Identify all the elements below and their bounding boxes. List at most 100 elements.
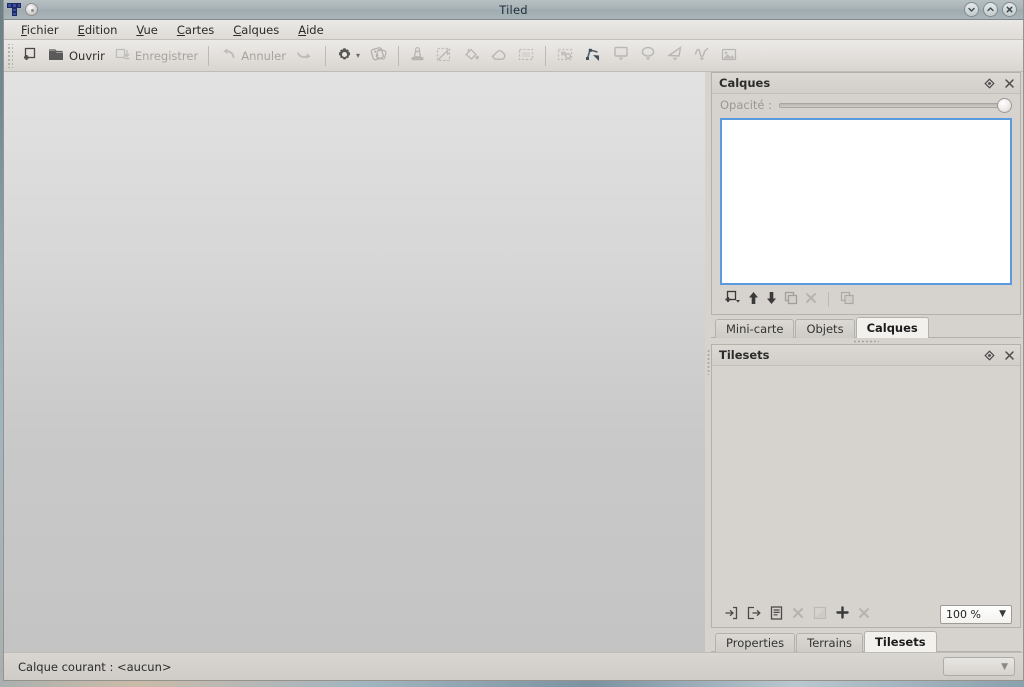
layer-list[interactable] [720,118,1012,285]
arrow-down-icon[interactable] [766,291,777,308]
maximize-button[interactable] [983,2,998,17]
open-button[interactable]: Ouvrir [43,43,109,68]
menu-edition-label: dition [85,23,118,37]
layers-stack-icon[interactable] [840,291,855,308]
toolbar-separator [208,46,209,66]
random-mode-button[interactable] [365,43,392,68]
menu-vue[interactable]: Vue [127,21,166,39]
insert-polyline-icon [693,45,711,66]
undo-button-label: Annuler [241,49,286,63]
upper-dock-tabs: Mini-carte Objets Calques [711,317,1021,338]
import-icon[interactable] [724,606,738,623]
insert-polygon-icon [666,45,684,66]
close-icon[interactable] [1004,78,1015,89]
layers-panel-header: Calques [712,73,1020,94]
close-button[interactable] [1002,2,1017,17]
tilesets-panel-title: Tilesets [719,348,770,362]
toolbar-separator [545,46,546,66]
arrow-up-icon[interactable] [748,291,759,308]
toolbar-drag-handle[interactable] [6,44,13,68]
menu-aide[interactable]: Aide [289,21,332,39]
add-layer-icon[interactable] [724,290,741,308]
map-canvas-area[interactable] [4,72,705,652]
insert-ellipse-button[interactable] [635,43,661,68]
opacity-label: Opacité : [720,98,772,112]
remove-tiles-close-icon[interactable] [858,607,870,622]
insert-rectangle-button[interactable] [608,43,634,68]
tab-terrains-label: Terrains [807,636,852,650]
tileset-toolbar: 100 % ▼ [712,601,1020,627]
float-diamond-icon[interactable] [984,78,995,89]
window-menu-button[interactable] [25,3,38,16]
preferences-button[interactable]: ▾ [332,43,364,68]
tiled-logo-icon [7,3,21,16]
stamp-brush-icon [409,46,426,66]
toolbar-separator [325,46,326,66]
window-title: Tiled [4,3,1023,17]
main-toolbar: Ouvrir Enregistrer Annuler ▾ [4,40,1023,72]
insert-polyline-button[interactable] [689,43,715,68]
delete-layer-close-icon[interactable] [805,292,817,307]
chevron-down-icon: ▼ [999,609,1006,619]
save-button[interactable]: Enregistrer [110,43,202,68]
gear-icon [336,46,353,66]
remove-tileset-close-icon[interactable] [792,607,804,622]
menu-cartes[interactable]: Cartes [168,21,223,39]
export-icon[interactable] [747,606,761,623]
new-map-button[interactable] [17,43,42,68]
minimize-button[interactable] [964,2,979,17]
duplicate-layer-icon[interactable] [784,291,798,308]
opacity-slider-handle[interactable] [997,98,1012,113]
edit-polygons-button[interactable] [580,43,607,68]
insert-rectangle-icon [612,45,630,66]
insert-tile-button[interactable] [716,43,742,68]
save-button-label: Enregistrer [135,49,198,63]
rectangular-select-button[interactable] [513,43,539,68]
rectangular-select-icon [517,46,535,66]
tileset-view[interactable] [712,366,1020,601]
tab-terrains[interactable]: Terrains [796,633,863,652]
close-icon[interactable] [1004,350,1015,361]
plus-icon[interactable] [836,606,849,622]
terrain-tool-button[interactable] [431,43,457,68]
stamp-tool-button[interactable] [405,43,430,68]
dice-icon [369,45,388,66]
edit-polygons-icon [584,46,603,66]
tileset-zoom-value: 100 % [946,608,999,621]
window-titlebar[interactable]: Tiled [4,0,1023,20]
tilesets-panel-header-buttons [984,350,1015,361]
insert-polygon-button[interactable] [662,43,688,68]
float-diamond-icon[interactable] [984,350,995,361]
eraser-icon [489,46,508,66]
undo-button[interactable]: Annuler [215,43,290,68]
tab-calques[interactable]: Calques [856,317,929,338]
menu-fichier[interactable]: Fichier [12,21,68,39]
layers-panel-header-buttons [984,78,1015,89]
tab-objets[interactable]: Objets [795,319,854,338]
insert-ellipse-icon [639,45,657,66]
tileset-zoom-combo[interactable]: 100 % ▼ [940,605,1012,624]
undo-arrow-icon [219,46,237,66]
menu-calques[interactable]: Calques [224,21,288,39]
tab-tilesets[interactable]: Tilesets [864,631,937,652]
tiled-main-window: Tiled Fichier Edition Vue Cartes Calques… [3,0,1024,681]
tab-properties[interactable]: Properties [715,633,795,652]
eraser-button[interactable] [485,43,512,68]
select-objects-button[interactable] [552,43,579,68]
terrain-edit-icon[interactable] [813,606,827,623]
tab-properties-label: Properties [726,636,784,650]
redo-arrow-icon [295,46,315,66]
menu-edition[interactable]: Edition [69,21,127,39]
opacity-slider-track [779,103,1012,108]
current-layer-status: Calque courant : <aucun> [18,660,172,674]
bucket-fill-button[interactable] [458,43,484,68]
tab-mini-carte[interactable]: Mini-carte [715,319,794,338]
redo-button[interactable] [291,43,319,68]
opacity-slider[interactable] [779,97,1012,113]
statusbar-zoom-combo[interactable]: ▼ [943,657,1015,676]
splitter-grip [853,340,879,343]
chevron-down-icon: ▼ [1001,662,1008,672]
splitter-grip [707,349,710,375]
properties-icon[interactable] [770,606,783,623]
menu-fichier-label: ichier [27,23,59,37]
